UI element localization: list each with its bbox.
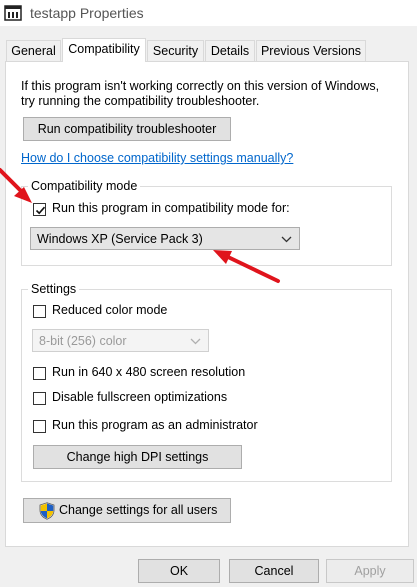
- compat-mode-checkbox[interactable]: [33, 203, 46, 216]
- disable-fullscreen-label: Disable fullscreen optimizations: [52, 390, 228, 404]
- tab-general[interactable]: General: [6, 40, 61, 61]
- compatibility-mode-legend: Compatibility mode: [28, 179, 141, 193]
- tab-compatibility[interactable]: Compatibility: [62, 38, 146, 62]
- ok-button[interactable]: OK: [138, 559, 220, 583]
- compat-os-value: Windows XP (Service Pack 3): [37, 232, 203, 246]
- reduced-color-checkbox[interactable]: [33, 305, 46, 318]
- compat-os-select[interactable]: Windows XP (Service Pack 3): [30, 227, 300, 250]
- run-troubleshooter-button[interactable]: Run compatibility troubleshooter: [23, 117, 231, 141]
- chevron-down-icon: [281, 236, 292, 243]
- color-mode-select[interactable]: 8-bit (256) color: [32, 329, 209, 352]
- change-all-users-button[interactable]: Change settings for all users: [23, 498, 231, 523]
- app-icon: [4, 5, 22, 21]
- apply-button[interactable]: Apply: [326, 559, 414, 583]
- tab-previous-versions[interactable]: Previous Versions: [256, 40, 366, 61]
- color-mode-value: 8-bit (256) color: [39, 334, 127, 348]
- intro-line-1: If this program isn't working correctly …: [21, 79, 380, 93]
- chevron-down-icon: [190, 338, 201, 345]
- reduced-color-label: Reduced color mode: [52, 303, 168, 317]
- run-as-admin-checkbox[interactable]: [33, 420, 46, 433]
- change-dpi-button[interactable]: Change high DPI settings: [33, 445, 242, 469]
- resolution-640-label: Run in 640 x 480 screen resolution: [52, 365, 246, 379]
- resolution-640-checkbox[interactable]: [33, 367, 46, 380]
- compatibility-mode-group: [21, 186, 392, 266]
- intro-line-2: try running the compatibility troublesho…: [21, 94, 260, 108]
- tab-details[interactable]: Details: [205, 40, 255, 61]
- compat-mode-checkbox-label: Run this program in compatibility mode f…: [52, 201, 290, 215]
- help-link[interactable]: How do I choose compatibility settings m…: [21, 151, 293, 165]
- window-title: testapp Properties: [30, 5, 144, 21]
- disable-fullscreen-checkbox[interactable]: [33, 392, 46, 405]
- shield-icon: [39, 502, 55, 520]
- run-as-admin-label: Run this program as an administrator: [52, 418, 258, 432]
- title-bar: testapp Properties: [0, 0, 417, 26]
- cancel-button[interactable]: Cancel: [229, 559, 319, 583]
- change-all-users-label: Change settings for all users: [59, 503, 218, 517]
- checkmark-icon: [35, 206, 46, 215]
- settings-legend: Settings: [28, 282, 80, 296]
- tab-security[interactable]: Security: [147, 40, 204, 61]
